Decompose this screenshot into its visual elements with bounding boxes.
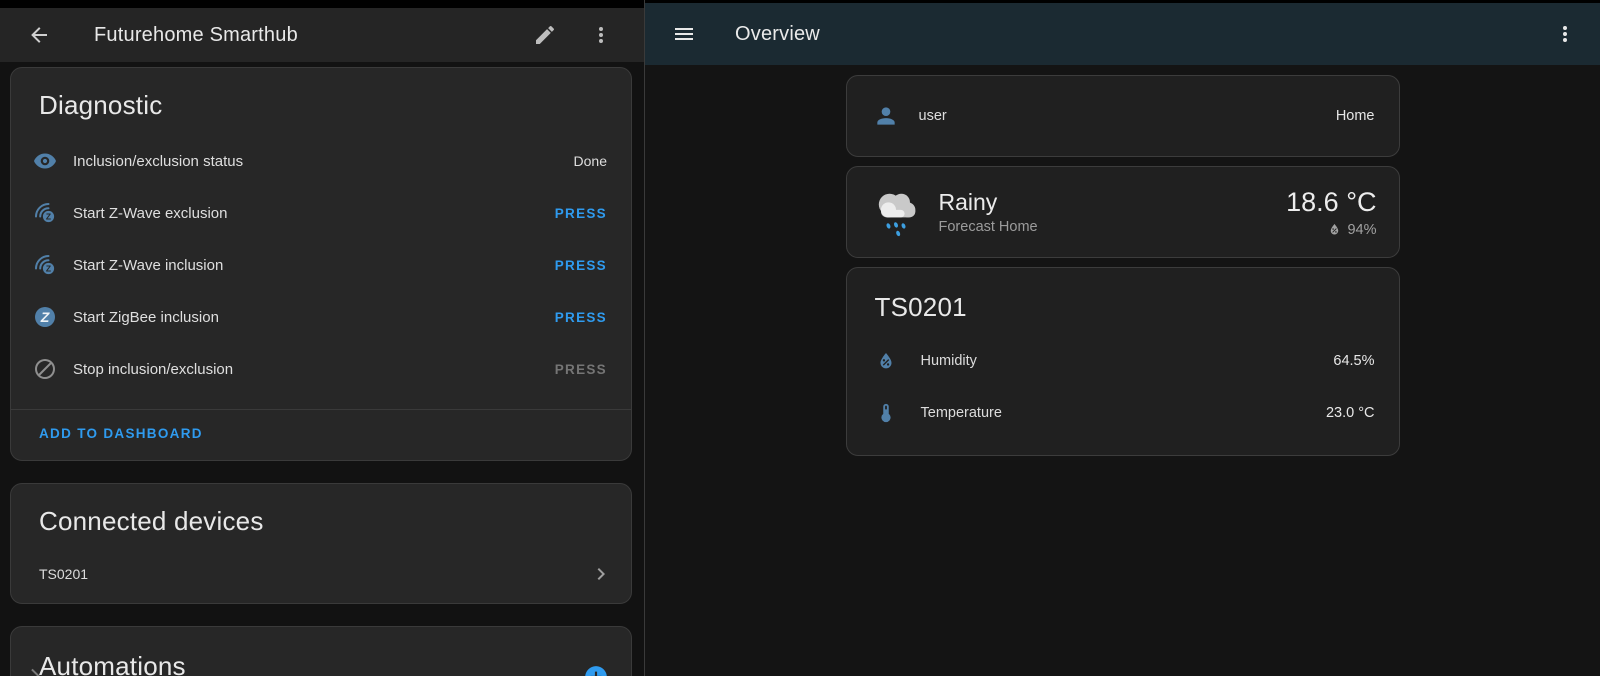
row-label: Start Z-Wave exclusion	[73, 205, 228, 222]
weather-humidity: 94%	[1327, 222, 1376, 238]
weather-pouring-icon	[867, 183, 925, 241]
back-button[interactable]	[24, 20, 54, 50]
cancel-icon	[33, 357, 57, 381]
device-row-ts0201[interactable]: TS0201	[11, 551, 631, 603]
add-automation-button[interactable]	[583, 664, 609, 676]
connected-devices-title: Connected devices	[11, 484, 631, 551]
device-page-title: Futurehome Smarthub	[94, 24, 298, 47]
overview-header: Overview	[645, 3, 1600, 65]
row-label: Humidity	[921, 353, 977, 369]
row-label: Temperature	[921, 405, 1002, 421]
press-button[interactable]: PRESS	[555, 206, 607, 221]
dots-vertical-icon	[1553, 22, 1577, 46]
svg-text:Z: Z	[46, 211, 51, 221]
svg-text:Z: Z	[46, 263, 51, 273]
temperature-row[interactable]: Temperature 23.0 °C	[847, 387, 1399, 439]
weather-source: Forecast Home	[939, 219, 1038, 235]
thermometer-icon	[875, 402, 897, 424]
plus-circle-icon	[583, 664, 609, 676]
diagnostic-card-footer: ADD TO DASHBOARD	[11, 409, 631, 460]
dots-vertical-icon	[589, 23, 613, 47]
row-value: Done	[574, 153, 607, 169]
arrow-left-icon	[27, 23, 51, 47]
row-label: Start Z-Wave inclusion	[73, 257, 223, 274]
press-button-disabled: PRESS	[555, 362, 607, 377]
device-name: TS0201	[39, 566, 88, 582]
press-button[interactable]: PRESS	[555, 310, 607, 325]
stop-inclusion-row[interactable]: Stop inclusion/exclusion PRESS	[11, 343, 631, 395]
screen: Futurehome Smarthub Diagnostic Inclusion…	[0, 0, 1600, 676]
automations-title: Automations	[11, 627, 631, 676]
row-label: Inclusion/exclusion status	[73, 153, 243, 170]
account-icon	[873, 103, 899, 129]
add-to-dashboard-button[interactable]: ADD TO DASHBOARD	[39, 426, 203, 441]
menu-button-left[interactable]	[586, 20, 616, 50]
zwave-inclusion-row[interactable]: Z Start Z-Wave inclusion PRESS	[11, 239, 631, 291]
diagnostic-card-title: Diagnostic	[11, 68, 631, 135]
sensor-card: TS0201 Humidity 64.5% Temperature 23.0 °…	[846, 267, 1400, 456]
water-percent-icon	[875, 350, 897, 372]
chevron-right-icon	[589, 562, 613, 586]
row-label: Stop inclusion/exclusion	[73, 361, 233, 378]
row-label: Start ZigBee inclusion	[73, 309, 219, 326]
dashboard-column: user Home	[846, 75, 1400, 456]
eye-icon	[33, 149, 57, 173]
hamburger-menu-icon	[672, 22, 696, 46]
humidity-row[interactable]: Humidity 64.5%	[847, 335, 1399, 387]
weather-temperature: 18.6 °C	[1286, 187, 1376, 218]
top-black-strip	[0, 0, 644, 8]
person-name: user	[919, 108, 947, 124]
person-card[interactable]: user Home	[846, 75, 1400, 157]
z-wave-icon: Z	[33, 253, 57, 277]
device-page-content: Diagnostic Inclusion/exclusion status Do…	[0, 62, 644, 676]
sensor-card-title: TS0201	[847, 268, 1399, 335]
press-button[interactable]: PRESS	[555, 258, 607, 273]
svg-text:Z: Z	[40, 309, 50, 325]
zigbee-icon: Z	[33, 305, 57, 329]
weather-humidity-value: 94%	[1347, 222, 1376, 238]
diagnostic-card: Diagnostic Inclusion/exclusion status Do…	[10, 67, 632, 461]
automations-card: Automations	[10, 626, 632, 676]
connected-devices-card: Connected devices TS0201	[10, 483, 632, 604]
overview-title: Overview	[735, 23, 820, 46]
zigbee-inclusion-row[interactable]: Z Start ZigBee inclusion PRESS	[11, 291, 631, 343]
weather-readings: 18.6 °C 94%	[1286, 187, 1376, 238]
weather-main: Rainy Forecast Home	[939, 189, 1038, 235]
device-page-header: Futurehome Smarthub	[0, 8, 644, 62]
row-value: 64.5%	[1333, 353, 1374, 369]
overview-window: Overview user Home	[645, 0, 1600, 676]
pencil-icon	[533, 23, 557, 47]
device-page-window: Futurehome Smarthub Diagnostic Inclusion…	[0, 0, 644, 676]
person-state: Home	[1336, 108, 1375, 124]
water-percent-icon	[1327, 222, 1342, 237]
row-value: 23.0 °C	[1326, 405, 1375, 421]
weather-condition: Rainy	[939, 189, 1038, 216]
zwave-exclusion-row[interactable]: Z Start Z-Wave exclusion PRESS	[11, 187, 631, 239]
inclusion-status-row[interactable]: Inclusion/exclusion status Done	[11, 135, 631, 187]
edit-button[interactable]	[530, 20, 560, 50]
menu-button-right[interactable]	[1550, 19, 1580, 49]
sidebar-menu-button[interactable]	[669, 19, 699, 49]
weather-card[interactable]: Rainy Forecast Home 18.6 °C 94%	[846, 166, 1400, 258]
z-wave-icon: Z	[33, 201, 57, 225]
